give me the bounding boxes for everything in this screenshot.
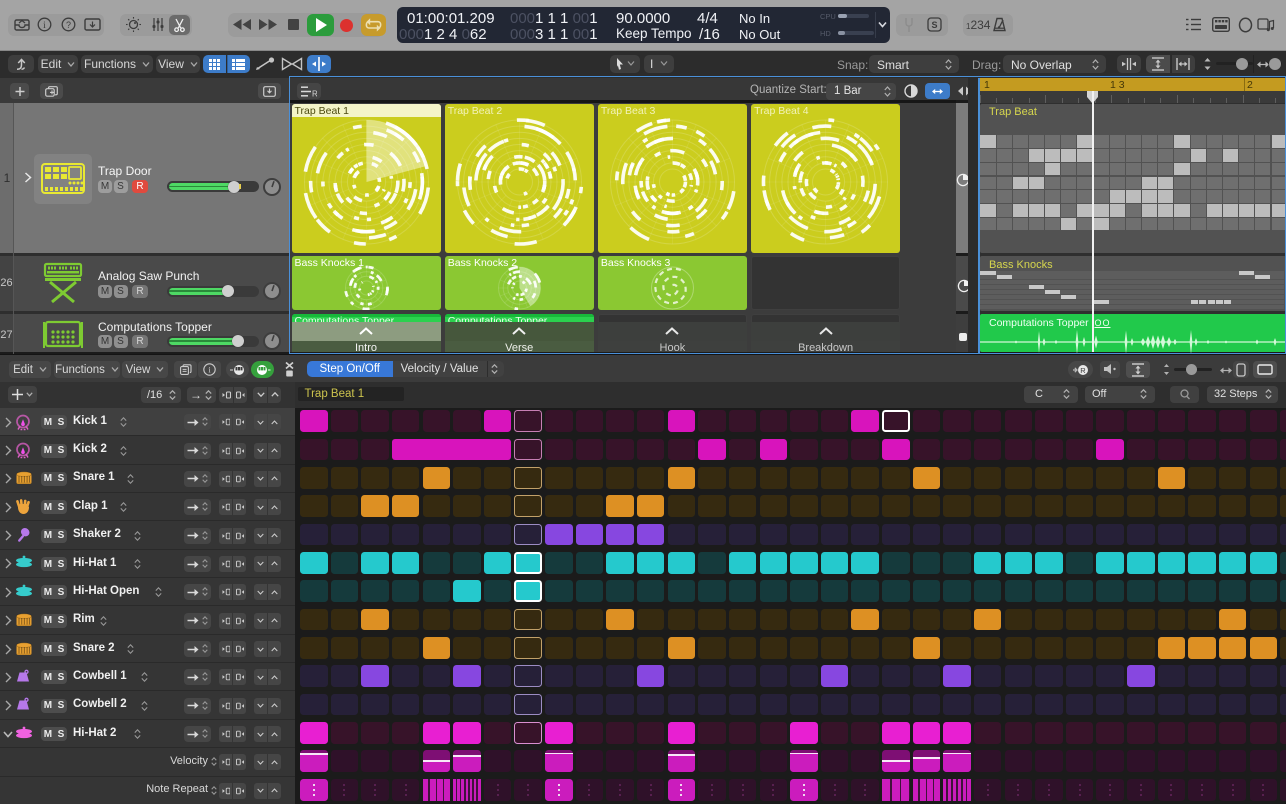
svg-text:R: R	[312, 89, 317, 97]
svg-text:R: R	[1080, 365, 1086, 374]
svg-text:S: S	[931, 20, 937, 30]
svg-text:i: i	[43, 21, 46, 31]
svg-text:?: ?	[66, 20, 71, 30]
svg-text:i: i	[208, 365, 211, 375]
